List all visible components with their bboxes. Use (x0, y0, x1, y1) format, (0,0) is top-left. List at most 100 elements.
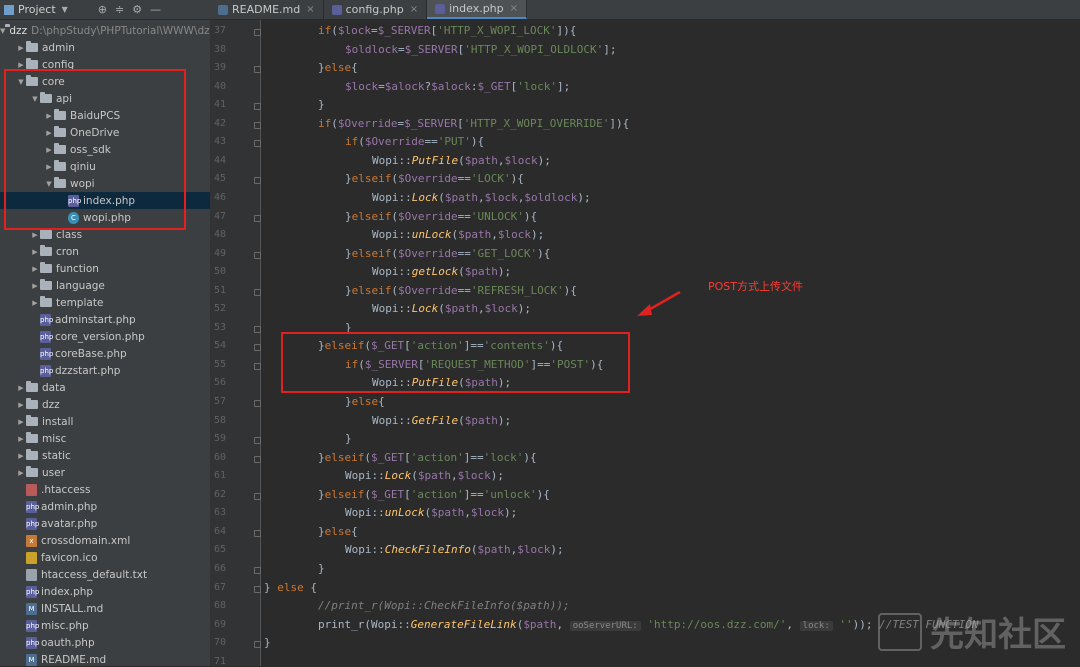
code-line: Wopi::Lock($path,$lock); (345, 467, 504, 485)
code-token: 'HTTP_X_WOPI_LOCK' (437, 24, 557, 37)
fold-marker-icon[interactable] (254, 437, 261, 445)
code-token: == (457, 172, 471, 186)
fold-marker-icon[interactable] (254, 362, 261, 370)
tree-folder[interactable]: ▶ static (0, 447, 210, 464)
tree-file[interactable]: php index.php (0, 583, 210, 600)
locate-icon[interactable]: ⊕ (98, 3, 107, 16)
collapse-all-icon[interactable]: ≑ (115, 3, 124, 16)
tree-root[interactable]: ▼ dzz D:\phpStudy\PHPTutorial\WWW\dzz (0, 22, 210, 39)
tree-item-label: dzzstart.php (55, 364, 121, 377)
tree-file[interactable]: php adminstart.php (0, 311, 210, 328)
code-token: Wopi:: (372, 413, 412, 427)
fold-marker-icon[interactable] (254, 585, 261, 593)
code-token: $lock (337, 24, 371, 37)
fold-marker-icon[interactable] (254, 529, 261, 537)
project-view-selector[interactable]: Project ▼ ⊕ ≑ ⚙ — (0, 0, 210, 19)
chevron-right-icon[interactable]: ▶ (16, 384, 26, 392)
chevron-right-icon[interactable]: ▶ (16, 469, 26, 477)
editor-tab[interactable]: index.php × (427, 0, 528, 19)
hide-icon[interactable]: — (150, 3, 161, 16)
fold-marker-icon[interactable] (254, 140, 261, 148)
tree-file[interactable]: php oauth.php (0, 634, 210, 651)
code-token: ); (504, 506, 518, 520)
chevron-down-icon[interactable]: ▼ (62, 5, 68, 14)
code-token: ( (391, 283, 398, 297)
tree-file[interactable]: M INSTALL.md (0, 600, 210, 617)
tree-folder[interactable]: ▶ install (0, 413, 210, 430)
fold-marker-icon[interactable] (254, 325, 261, 333)
code-token: [ (457, 116, 464, 130)
fold-marker-icon[interactable] (254, 344, 261, 352)
fold-marker-icon[interactable] (254, 641, 261, 649)
fold-marker-icon[interactable] (254, 29, 261, 36)
code-token: } (318, 98, 325, 112)
tree-item-label: adminstart.php (55, 313, 136, 326)
tree-folder[interactable]: ▶ cron (0, 243, 210, 260)
fold-marker-icon[interactable] (254, 103, 261, 111)
line-number: 64 (213, 525, 226, 537)
code-token: Wopi:: (345, 506, 385, 520)
chevron-right-icon[interactable]: ▶ (30, 282, 40, 290)
tree-file[interactable]: favicon.ico (0, 549, 210, 566)
close-icon[interactable]: × (306, 4, 314, 15)
tree-file[interactable]: php core_version.php (0, 328, 210, 345)
chevron-right-icon[interactable]: ▶ (16, 61, 26, 69)
fold-marker-icon[interactable] (254, 566, 261, 574)
tree-file[interactable]: php dzzstart.php (0, 362, 210, 379)
tree-folder[interactable]: ▶ language (0, 277, 210, 294)
tree-file[interactable]: .htaccess (0, 481, 210, 498)
project-label: Project (18, 3, 56, 16)
line-number: 52 (213, 303, 226, 315)
tree-folder[interactable]: ▶ data (0, 379, 210, 396)
code-token: } (264, 580, 278, 594)
tree-folder[interactable]: ▶ dzz (0, 396, 210, 413)
chevron-right-icon[interactable]: ▶ (16, 452, 26, 460)
tree-file[interactable]: htaccess_default.txt (0, 566, 210, 583)
fold-marker-icon[interactable] (254, 400, 261, 407)
tree-file[interactable]: php misc.php (0, 617, 210, 634)
code-token: = (397, 42, 405, 56)
chevron-right-icon[interactable]: ▶ (30, 265, 40, 273)
code-token: else (277, 580, 304, 594)
close-icon[interactable]: × (410, 4, 418, 15)
fold-marker-icon[interactable] (254, 492, 261, 500)
tree-file[interactable]: x crossdomain.xml (0, 532, 210, 549)
close-icon[interactable]: × (510, 3, 518, 14)
code-token: $path (417, 469, 451, 483)
fold-marker-icon[interactable] (254, 177, 261, 185)
tree-file[interactable]: php admin.php (0, 498, 210, 515)
tree-file[interactable]: M README.md (0, 651, 210, 666)
editor-tab[interactable]: README.md × (210, 0, 324, 19)
tab-label: README.md (232, 3, 301, 16)
code-line: } else { (264, 579, 317, 597)
code-token: elseif (324, 450, 365, 464)
chevron-right-icon[interactable]: ▶ (16, 401, 26, 409)
chevron-right-icon[interactable]: ▶ (30, 231, 40, 239)
line-number: 46 (213, 191, 226, 203)
code-token: $_GET (477, 79, 511, 93)
tree-folder[interactable]: ▶ user (0, 464, 210, 481)
fold-marker-icon[interactable] (254, 288, 261, 296)
fold-marker-icon[interactable] (254, 251, 261, 259)
chevron-right-icon[interactable]: ▶ (16, 418, 26, 426)
tree-folder[interactable]: ▶ function (0, 260, 210, 277)
fold-marker-icon[interactable] (254, 214, 261, 222)
code-token: $path (444, 302, 478, 316)
fold-marker-icon[interactable] (254, 66, 261, 74)
chevron-right-icon[interactable]: ▶ (16, 435, 26, 443)
tree-folder[interactable]: ▶ admin (0, 39, 210, 56)
fold-marker-icon[interactable] (254, 121, 261, 129)
editor-tab[interactable]: config.php × (324, 0, 428, 19)
tree-file[interactable]: php avatar.php (0, 515, 210, 532)
highlight-box-tree (4, 69, 186, 230)
settings-icon[interactable]: ⚙ (132, 3, 142, 16)
tree-folder[interactable]: ▶ misc (0, 430, 210, 447)
chevron-right-icon[interactable]: ▶ (30, 299, 40, 307)
fold-marker-icon[interactable] (254, 455, 261, 463)
chevron-right-icon[interactable]: ▶ (16, 44, 26, 52)
chevron-down-icon[interactable]: ▼ (0, 27, 5, 35)
tree-file[interactable]: php coreBase.php (0, 345, 210, 362)
tree-folder[interactable]: ▶ template (0, 294, 210, 311)
chevron-right-icon[interactable]: ▶ (30, 248, 40, 256)
line-number: 59 (213, 433, 226, 445)
